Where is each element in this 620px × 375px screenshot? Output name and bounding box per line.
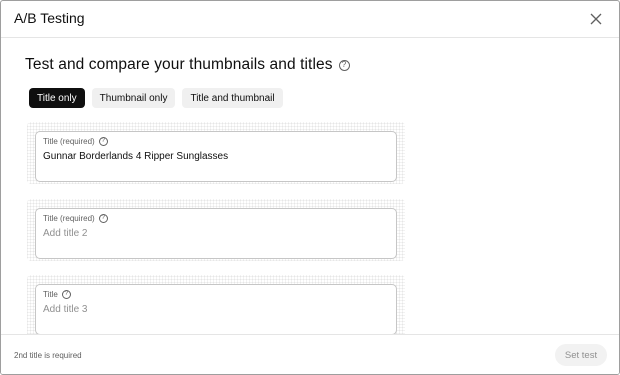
title-field-3-label: Title ? [43,290,71,299]
close-button[interactable] [585,8,607,30]
title-field-2-label: Title (required) ? [43,214,108,223]
help-icon[interactable]: ? [338,59,350,71]
test-type-tabs: Title only Thumbnail only Title and thum… [29,88,283,108]
title-field-3-placeholder[interactable]: Add title 3 [43,304,87,315]
title-field-1-label: Title (required) ? [43,137,108,146]
help-icon[interactable]: ? [61,290,71,299]
tab-title-only[interactable]: Title only [29,88,85,108]
title-field-3[interactable]: Title ? Add title 3 [35,284,397,334]
dialog-title: A/B Testing [14,10,85,26]
titles-list[interactable]: Title (required) ? Gunnar Borderlands 4 … [27,122,405,334]
title-field-1-label-text: Title (required) [43,137,95,146]
title-field-1[interactable]: Title (required) ? Gunnar Borderlands 4 … [35,131,397,182]
title-field-3-label-text: Title [43,290,58,299]
ab-testing-dialog: A/B Testing Test and compare your thumbn… [0,0,620,375]
tab-thumbnail-only[interactable]: Thumbnail only [91,88,176,108]
page-title: Test and compare your thumbnails and tit… [25,56,350,74]
dialog-footer: 2nd title is required Set test [1,334,619,374]
close-icon [590,13,602,25]
help-icon[interactable]: ? [98,214,108,223]
page-title-text: Test and compare your thumbnails and tit… [25,56,333,73]
help-icon[interactable]: ? [98,137,108,146]
title-field-1-value[interactable]: Gunnar Borderlands 4 Ripper Sunglasses [43,151,228,162]
dialog-header: A/B Testing [1,1,619,38]
set-test-button[interactable]: Set test [555,344,607,366]
title-field-2[interactable]: Title (required) ? Add title 2 [35,208,397,259]
tab-title-and-thumbnail[interactable]: Title and thumbnail [182,88,283,108]
validation-message: 2nd title is required [14,351,82,360]
title-field-2-placeholder[interactable]: Add title 2 [43,228,87,239]
title-field-2-label-text: Title (required) [43,214,95,223]
